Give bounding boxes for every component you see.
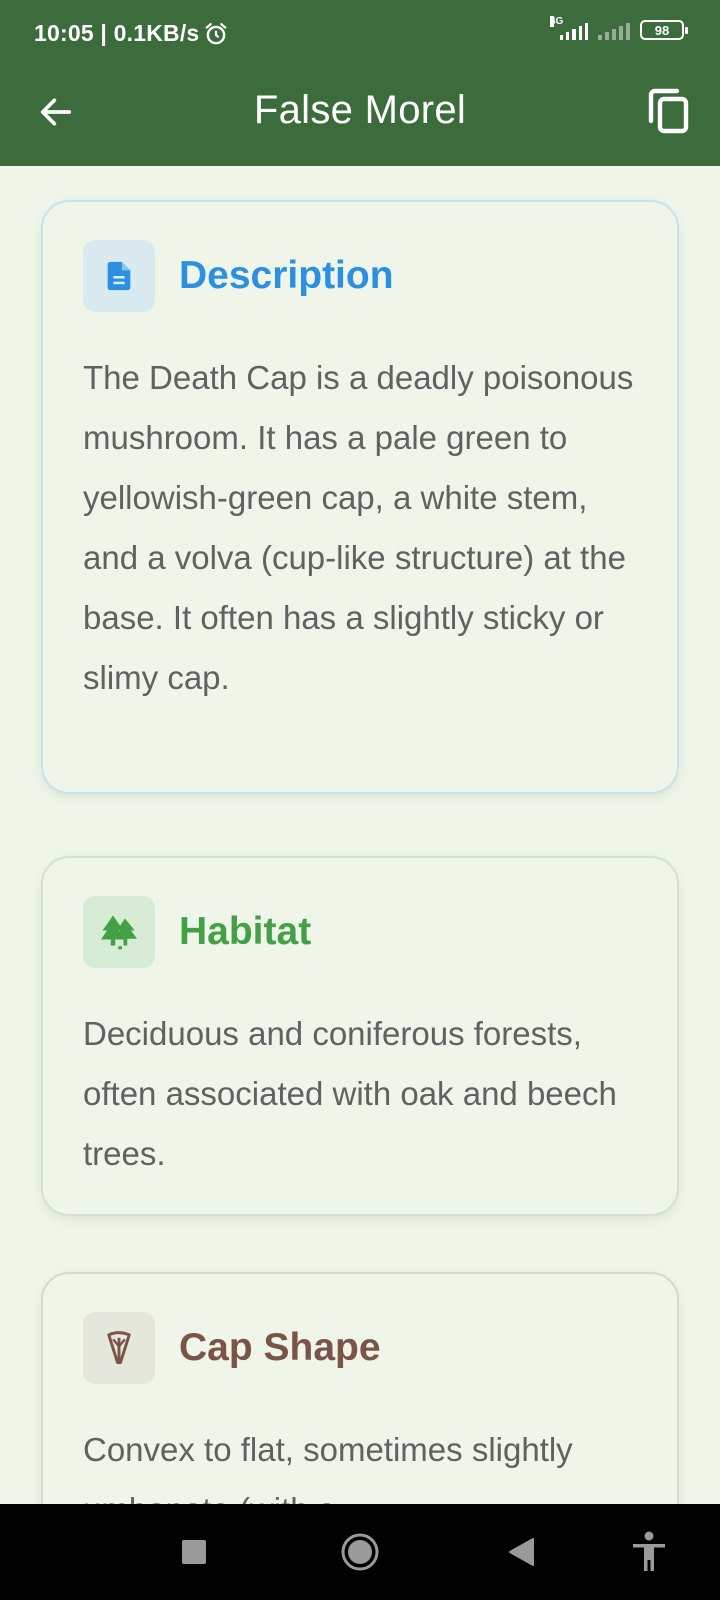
habitat-card: Habitat Deciduous and coniferous forests…: [41, 856, 679, 1216]
cap-shape-header: Cap Shape: [83, 1312, 637, 1384]
detail-content[interactable]: Description The Death Cap is a deadly po…: [0, 166, 720, 1504]
document-icon: [83, 240, 155, 312]
description-text: The Death Cap is a deadly poisonous mush…: [83, 359, 634, 696]
status-time: 10:05 | 0.1KB/s: [34, 20, 229, 47]
copy-button[interactable]: [644, 86, 694, 136]
home-button[interactable]: [336, 1528, 384, 1576]
umbrella-icon: [83, 1312, 155, 1384]
page-title: False Morel: [253, 88, 467, 132]
signal-2-icon: [598, 20, 630, 40]
habitat-title: Habitat: [179, 910, 312, 953]
recents-button[interactable]: [170, 1528, 218, 1576]
status-indicators: 4G 98: [550, 16, 688, 40]
forest-icon: [83, 896, 155, 968]
signal-icon: 4G: [550, 16, 589, 40]
copy-icon: [648, 88, 689, 134]
status-time-text: 10:05 | 0.1KB/s: [34, 20, 200, 46]
accessibility-icon: [633, 1531, 665, 1571]
cap-shape-title: Cap Shape: [179, 1326, 381, 1369]
cap-shape-text: Convex to flat, sometimes slightly umbon…: [83, 1431, 573, 1504]
circle-icon: [341, 1533, 379, 1571]
battery-icon: 98: [640, 20, 688, 40]
nav-back-button[interactable]: [497, 1528, 545, 1576]
network-type: 4G: [550, 16, 564, 27]
status-bar: 10:05 | 0.1KB/s 4G 98: [0, 0, 720, 66]
description-title: Description: [179, 254, 394, 297]
accessibility-button[interactable]: [625, 1528, 673, 1576]
habitat-header: Habitat: [83, 896, 637, 968]
cap-shape-card: Cap Shape Convex to flat, sometimes slig…: [41, 1272, 679, 1504]
battery-level: 98: [654, 22, 670, 38]
system-nav-bar: [0, 1504, 720, 1600]
habitat-text: Deciduous and coniferous forests, often …: [83, 1015, 617, 1172]
triangle-back-icon: [509, 1538, 534, 1566]
description-card: Description The Death Cap is a deadly po…: [41, 200, 679, 794]
app-bar: False Morel: [0, 66, 720, 166]
alarm-icon: [206, 22, 227, 44]
description-header: Description: [83, 240, 637, 312]
square-icon: [182, 1540, 206, 1564]
